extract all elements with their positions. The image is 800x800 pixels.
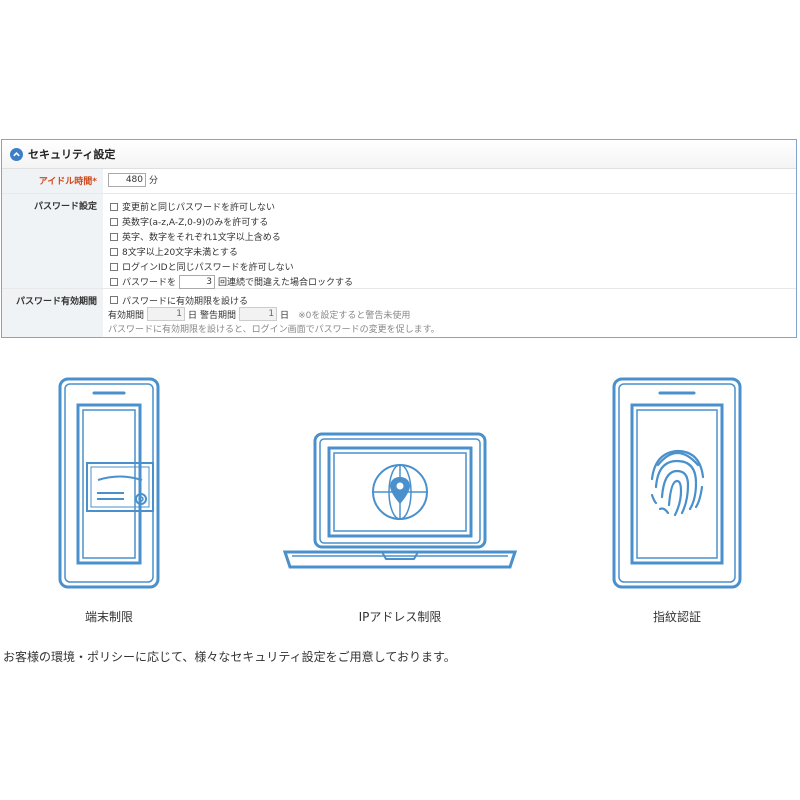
option-label: ログインIDと同じパスワードを許可しない	[122, 263, 294, 273]
password-option[interactable]: 英数字(a-z,A-Z,0-9)のみを許可する	[108, 214, 796, 229]
checkbox[interactable]	[110, 247, 118, 256]
checkbox[interactable]	[110, 202, 118, 211]
expiry-option[interactable]: パスワードに有効期限を設ける	[108, 293, 796, 307]
description-text: お客様の環境・ポリシーに応じて、様々なセキュリティ設定をご用意しております。	[3, 650, 456, 664]
collapse-chevron-up-icon[interactable]	[10, 147, 23, 161]
idle-time-input[interactable]	[108, 172, 146, 187]
idle-time-unit: 分	[149, 176, 159, 186]
laptop-globe-pin-icon	[282, 432, 518, 569]
warning-label: 警告期間	[200, 310, 237, 321]
required-mark: *	[92, 177, 97, 187]
checkbox[interactable]	[110, 277, 118, 286]
feature-caption-ip: IPアドレス制限	[358, 610, 442, 624]
password-settings-label: パスワード設定	[2, 194, 103, 288]
password-lock-option[interactable]: パスワードを 回連続で間違えた場合ロックする	[108, 274, 796, 289]
feature-caption-device: 端末制限	[84, 610, 133, 624]
security-settings-panel: セキュリティ設定 アイドル時間* 分 パスワード設定 変更前と同じパスワードを許…	[1, 139, 797, 338]
lock-count-input[interactable]	[179, 274, 216, 289]
warning-note: ※0を設定すると警告未使用	[298, 310, 411, 321]
period-label: 有効期間	[108, 310, 145, 321]
option-label: 英数字(a-z,A-Z,0-9)のみを許可する	[122, 218, 269, 228]
checkbox[interactable]	[110, 296, 118, 304]
checkbox[interactable]	[110, 232, 118, 241]
password-option[interactable]: 英字、数字をそれぞれ1文字以上含める	[108, 229, 796, 244]
lock-suffix: 回連続で間違えた場合ロックする	[218, 278, 354, 288]
idle-time-label-text: アイドル時間	[38, 177, 93, 187]
idle-time-row: アイドル時間* 分	[2, 169, 796, 194]
option-label: 英字、数字をそれぞれ1文字以上含める	[122, 233, 281, 243]
expiry-help-text: パスワードに有効期限を設けると、ログイン画面でパスワードの変更を促します。	[108, 324, 440, 335]
phone-fingerprint-icon	[612, 377, 742, 589]
period-unit: 日	[188, 310, 198, 321]
period-input[interactable]	[147, 307, 186, 321]
password-settings-row: パスワード設定 変更前と同じパスワードを許可しない 英数字(a-z,A-Z,0-…	[2, 194, 796, 289]
idle-time-label: アイドル時間*	[2, 169, 103, 193]
password-option[interactable]: 8文字以上20文字未満とする	[108, 244, 796, 259]
phone-certificate-icon	[58, 377, 160, 589]
expiry-checkbox-label: パスワードに有効期限を設ける	[122, 296, 249, 307]
password-option[interactable]: ログインIDと同じパスワードを許可しない	[108, 259, 796, 274]
password-expiry-row: パスワード有効期間 パスワードに有効期限を設ける 有効期間 日 警告期間 日 ※…	[2, 289, 796, 337]
password-expiry-label: パスワード有効期間	[2, 289, 103, 337]
feature-caption-fingerprint: 指紋認証	[652, 610, 701, 624]
warning-input[interactable]	[239, 307, 278, 321]
option-label: 8文字以上20文字未満とする	[122, 248, 238, 258]
panel-title: セキュリティ設定	[28, 148, 116, 161]
warning-unit: 日	[280, 310, 290, 321]
checkbox[interactable]	[110, 262, 118, 271]
lock-prefix: パスワードを	[122, 278, 177, 288]
checkbox[interactable]	[110, 217, 118, 226]
password-option[interactable]: 変更前と同じパスワードを許可しない	[108, 199, 796, 214]
panel-header[interactable]: セキュリティ設定	[2, 140, 796, 169]
option-label: 変更前と同じパスワードを許可しない	[122, 203, 276, 213]
